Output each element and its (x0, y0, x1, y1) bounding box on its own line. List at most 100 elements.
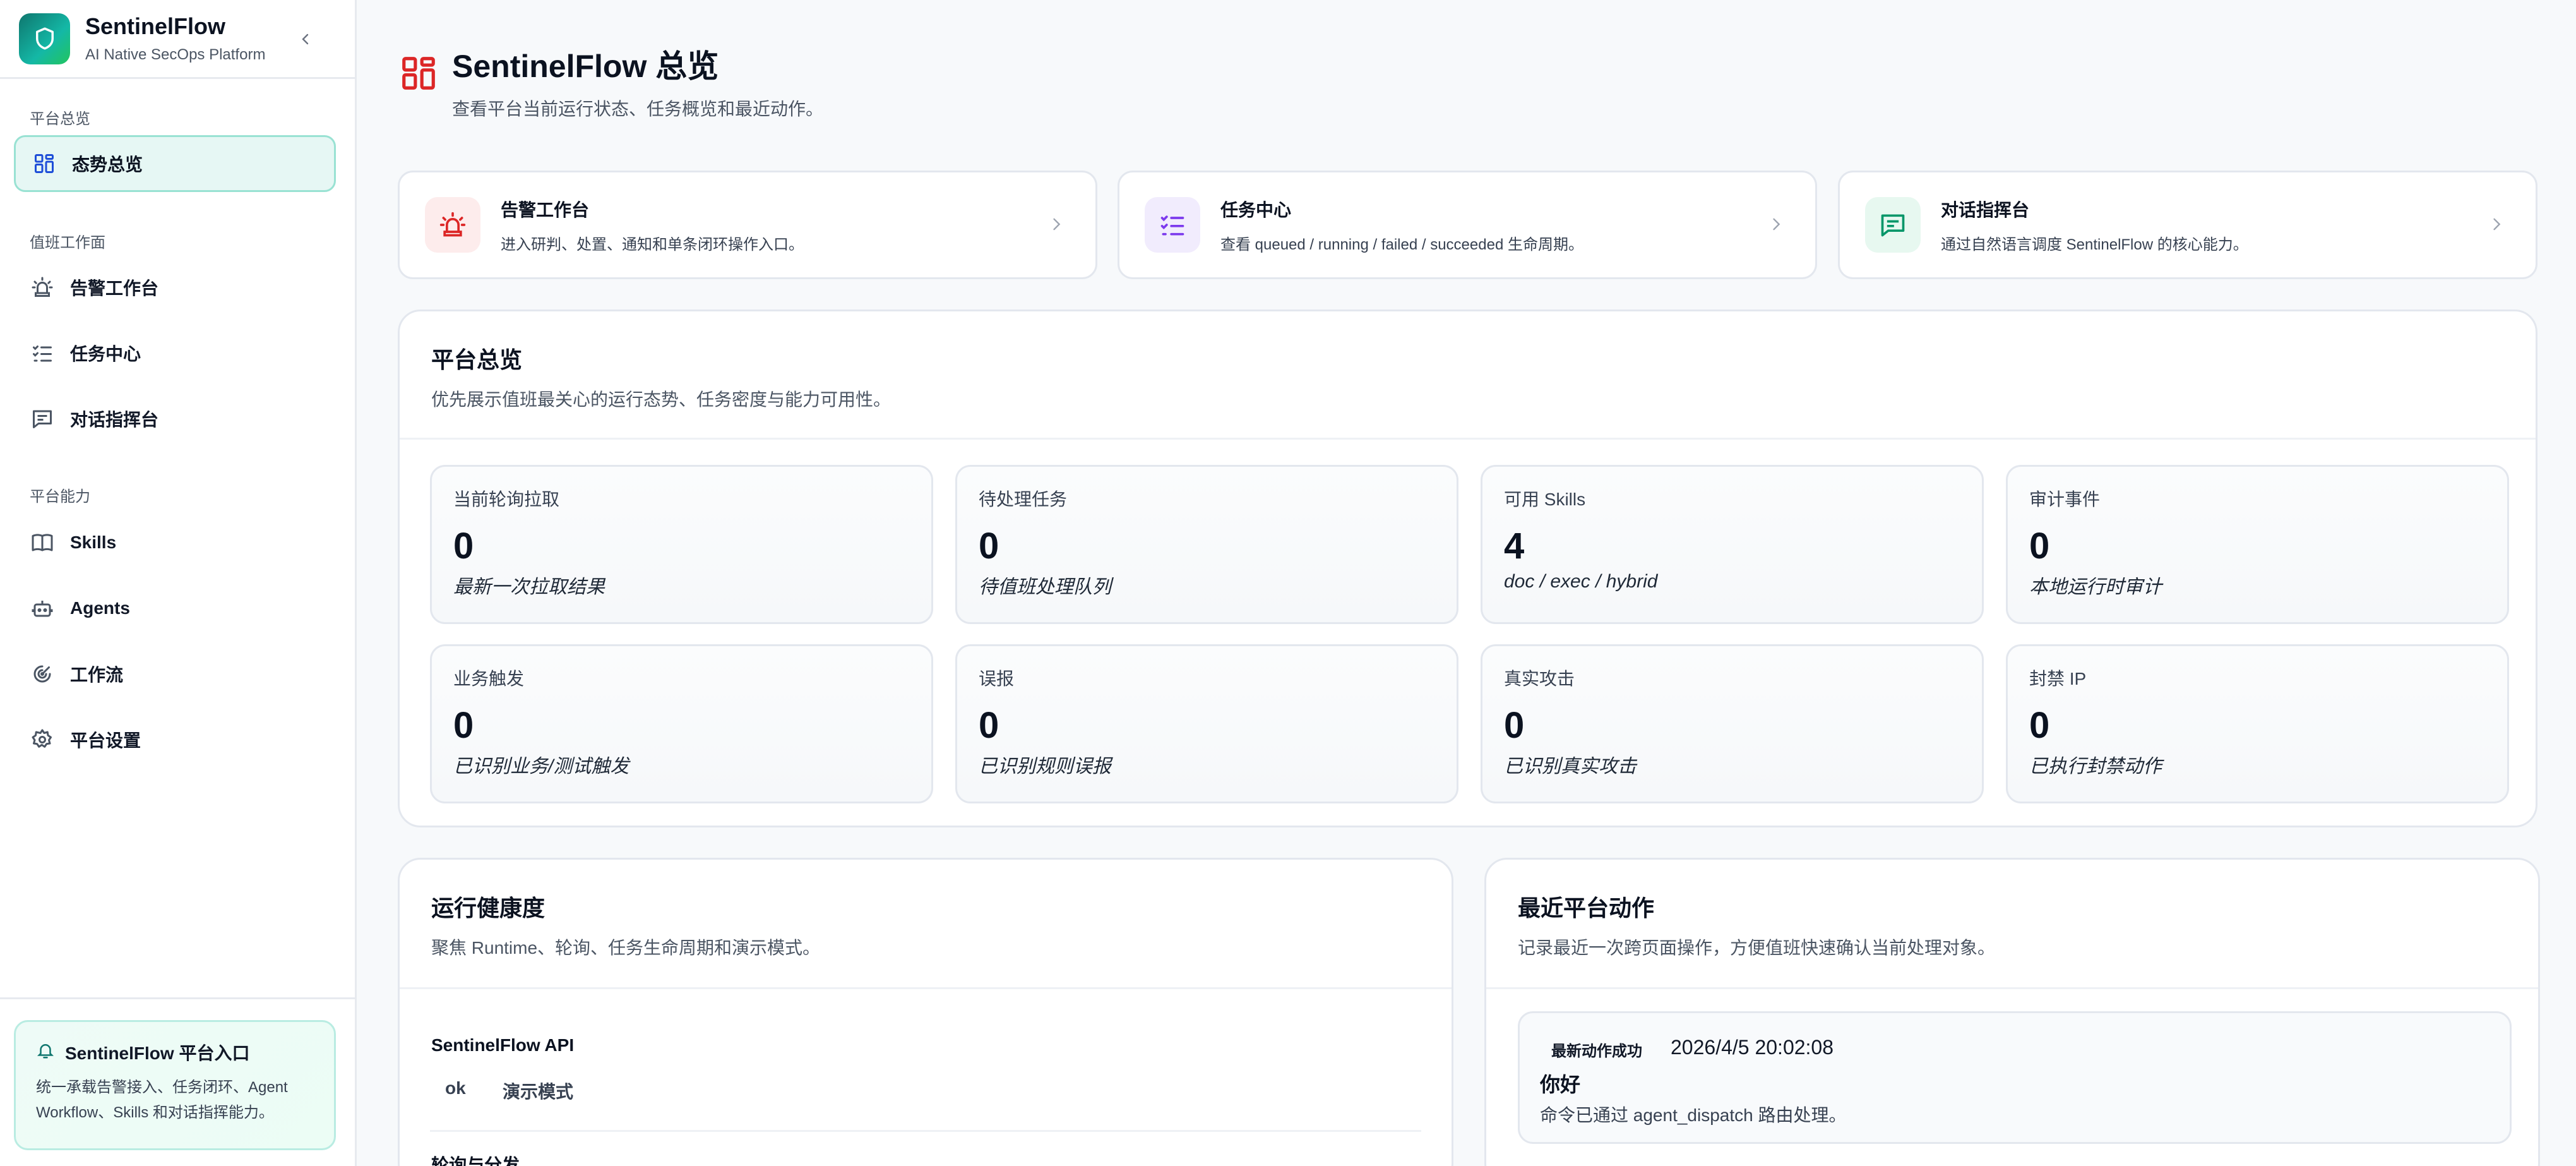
polling-label: 轮询与分发 (431, 1155, 520, 1166)
brand-subtitle: AI Native SecOps Platform (85, 46, 266, 63)
bell-icon (36, 1041, 55, 1064)
recent-actions-panel: 最近平台动作 记录最近一次跨页面操作，方便值班快速确认当前处理对象。 最新动作成… (1484, 858, 2540, 1166)
metric-note: doc / exec / hybrid (1504, 571, 1658, 592)
quick-link-desc: 进入研判、处置、通知和单条闭环操作入口。 (501, 236, 804, 253)
metric-label: 审计事件 (2029, 490, 2101, 509)
overview-subtitle: 优先展示值班最关心的运行态势、任务密度与能力可用性。 (431, 390, 891, 409)
quick-link-alerts[interactable]: 告警工作台 进入研判、处置、通知和单条闭环操作入口。 (398, 171, 1097, 279)
divider (1486, 987, 2538, 989)
main-content: SentinelFlow 总览 查看平台当前运行状态、任务概览和最近动作。 告警… (357, 0, 2576, 1166)
brand-title: SentinelFlow (85, 13, 226, 39)
platform-entry-desc-1: 统一承载告警接入、任务闭环、Agent (36, 1079, 288, 1096)
sidebar-footer: SentinelFlow 平台入口 统一承载告警接入、任务闭环、Agent Wo… (0, 997, 355, 1166)
sidebar-item-agents[interactable]: Agents (14, 580, 336, 637)
quick-link-tasks[interactable]: 任务中心 查看 queued / running / failed / succ… (1118, 171, 1817, 279)
divider (400, 987, 1452, 989)
metric-note: 本地运行时审计 (2029, 577, 2162, 598)
metric-value: 0 (979, 526, 999, 567)
metric-value: 4 (1504, 526, 1525, 567)
metric-card-business: 业务触发 0 已识别业务/测试触发 (430, 644, 933, 803)
nav-section-duty: 值班工作面 (30, 234, 105, 251)
metric-card-false-positive: 误报 0 已识别规则误报 (955, 644, 1458, 803)
sidebar-item-label: 告警工作台 (70, 279, 159, 298)
sidebar-item-label: 对话指挥台 (70, 410, 159, 430)
metric-value: 0 (979, 705, 999, 746)
tasks-icon (1145, 197, 1200, 253)
divider (400, 438, 2536, 440)
dashboard-icon (399, 54, 438, 93)
action-heading: 你好 (1540, 1073, 1581, 1096)
overview-title: 平台总览 (431, 347, 523, 373)
metric-value: 0 (453, 526, 474, 567)
sidebar-item-tasks[interactable]: 任务中心 (14, 325, 336, 382)
quick-link-title: 任务中心 (1220, 200, 1292, 220)
chevron-right-icon (1773, 218, 1780, 231)
sidebar-item-label: 任务中心 (70, 344, 141, 364)
metric-label: 待处理任务 (979, 490, 1068, 509)
bot-icon (30, 596, 55, 621)
metric-label: 当前轮询拉取 (453, 490, 560, 509)
sidebar-item-dashboard[interactable]: 态势总览 (14, 135, 336, 192)
metric-note: 最新一次拉取结果 (453, 577, 605, 598)
metric-note: 已识别真实攻击 (1504, 756, 1637, 777)
divider (430, 1130, 1421, 1132)
quick-link-title: 告警工作台 (501, 200, 590, 220)
platform-entry-desc-2: Workflow、Skills 和对话指挥能力。 (36, 1104, 274, 1121)
health-panel: 运行健康度 聚焦 Runtime、轮询、任务生命周期和演示模式。 Sentine… (398, 858, 1453, 1166)
health-title: 运行健康度 (431, 895, 546, 921)
quick-link-desc: 查看 queued / running / failed / succeeded… (1220, 236, 1583, 253)
metric-note: 已执行封禁动作 (2029, 756, 2162, 777)
metric-value: 0 (1504, 705, 1525, 746)
gear-icon (30, 727, 55, 752)
metric-label: 真实攻击 (1504, 669, 1575, 688)
overview-panel: 平台总览 优先展示值班最关心的运行态势、任务密度与能力可用性。 当前轮询拉取 0… (398, 310, 2537, 827)
quick-link-desc: 通过自然语言调度 SentinelFlow 的核心能力。 (1941, 236, 2248, 253)
api-status: ok (445, 1078, 466, 1098)
quick-link-chat[interactable]: 对话指挥台 通过自然语言调度 SentinelFlow 的核心能力。 (1838, 171, 2537, 279)
quick-link-title: 对话指挥台 (1941, 200, 2030, 220)
sidebar-item-skills[interactable]: Skills (14, 514, 336, 571)
page-header: SentinelFlow 总览 查看平台当前运行状态、任务概览和最近动作。 (399, 41, 823, 121)
platform-entry-title: SentinelFlow 平台入口 (65, 1043, 250, 1063)
recent-action-card[interactable]: 最新动作成功 2026/4/5 20:02:08 你好 命令已通过 agent_… (1518, 1011, 2512, 1144)
sidebar-item-label: 工作流 (70, 665, 124, 685)
platform-entry-card[interactable]: SentinelFlow 平台入口 统一承载告警接入、任务闭环、Agent Wo… (14, 1020, 336, 1150)
metric-note: 待值班处理队列 (979, 577, 1111, 598)
metric-label: 误报 (979, 669, 1015, 688)
api-label: SentinelFlow API (431, 1035, 575, 1055)
metric-label: 业务触发 (453, 669, 525, 688)
collapse-sidebar-button[interactable] (294, 28, 317, 51)
radar-icon (30, 661, 55, 687)
sidebar-item-workflow[interactable]: 工作流 (14, 646, 336, 702)
sidebar: SentinelFlow AI Native SecOps Platform 平… (0, 0, 357, 1166)
action-status-badge: 最新动作成功 (1551, 1043, 1642, 1060)
recent-subtitle: 记录最近一次跨页面操作，方便值班快速确认当前处理对象。 (1518, 938, 1996, 958)
chevron-right-icon (2493, 218, 2501, 231)
metric-label: 可用 Skills (1504, 490, 1586, 509)
sidebar-item-alerts[interactable]: 告警工作台 (14, 259, 336, 316)
chevron-right-icon (1053, 218, 1061, 231)
siren-icon (30, 275, 55, 300)
action-desc: 命令已通过 agent_dispatch 路由处理。 (1540, 1105, 1847, 1125)
metric-card-blocked-ip: 封禁 IP 0 已执行封禁动作 (2006, 644, 2509, 803)
metric-value: 0 (453, 705, 474, 746)
brand-header: SentinelFlow AI Native SecOps Platform (0, 0, 355, 79)
sidebar-item-settings[interactable]: 平台设置 (14, 711, 336, 768)
metric-value: 0 (2029, 526, 2050, 567)
sidebar-item-label: 态势总览 (72, 155, 143, 174)
health-subtitle: 聚焦 Runtime、轮询、任务生命周期和演示模式。 (431, 938, 821, 958)
sidebar-item-chat[interactable]: 对话指挥台 (14, 390, 336, 447)
metric-value: 0 (2029, 705, 2050, 746)
metric-card-skills: 可用 Skills 4 doc / exec / hybrid (1481, 465, 1984, 624)
action-timestamp: 2026/4/5 20:02:08 (1671, 1036, 1834, 1059)
metric-note: 已识别规则误报 (979, 756, 1111, 777)
sidebar-item-label: Agents (70, 598, 130, 618)
metric-card-audit: 审计事件 0 本地运行时审计 (2006, 465, 2509, 624)
metric-label: 封禁 IP (2029, 669, 2087, 688)
chevron-left-icon (302, 33, 309, 45)
page-title: SentinelFlow 总览 (452, 49, 719, 84)
nav-section-overview: 平台总览 (30, 111, 90, 128)
nav-section-capability: 平台能力 (30, 488, 90, 505)
book-icon (30, 530, 55, 555)
metric-card-real-attack: 真实攻击 0 已识别真实攻击 (1481, 644, 1984, 803)
